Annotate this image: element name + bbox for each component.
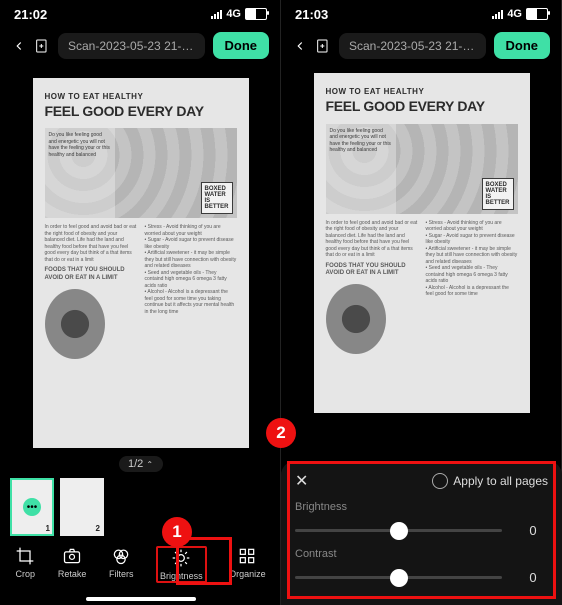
add-page-icon[interactable] — [315, 38, 331, 54]
phone-right: 21:03 4G Scan-2023-05-23 21-01-17 Done H… — [281, 0, 562, 605]
filename-field[interactable]: Scan-2023-05-23 21-01-17 — [58, 33, 205, 59]
back-icon[interactable] — [293, 39, 307, 53]
back-icon[interactable] — [12, 39, 26, 53]
contrast-value: 0 — [518, 570, 548, 585]
thumbnail-2[interactable]: 2 — [60, 478, 104, 536]
status-bar: 21:03 4G — [281, 0, 562, 24]
battery-icon — [526, 8, 548, 20]
document-preview[interactable]: HOW TO EAT HEALTHY FEEL GOOD EVERY DAY D… — [0, 67, 281, 450]
phone-left: 21:02 4G Scan-2023-05-23 21-01-17 Done H… — [0, 0, 281, 605]
contrast-label: Contrast — [295, 548, 548, 560]
battery-icon — [245, 8, 267, 20]
brightness-value: 0 — [518, 523, 548, 538]
brightness-slider-row: Brightness 0 — [295, 501, 548, 538]
network-label: 4G — [507, 8, 522, 20]
brightness-label: Brightness — [295, 501, 548, 513]
contrast-slider-row: Contrast 0 — [295, 548, 548, 585]
signal-icon — [211, 10, 222, 19]
doc-pretitle: HOW TO EAT HEALTHY — [45, 92, 237, 102]
doc-subhead: FOODS THAT YOU SHOULD AVOID OR EAT IN A … — [326, 263, 418, 279]
brightness-slider[interactable] — [295, 529, 502, 532]
done-button[interactable]: Done — [213, 32, 270, 59]
done-button[interactable]: Done — [494, 32, 551, 59]
doc-hero-image: Do you like feeling good and energetic y… — [45, 128, 237, 218]
top-bar: Scan-2023-05-23 21-01-17 Done — [0, 24, 281, 67]
filename-field[interactable]: Scan-2023-05-23 21-01-17 — [339, 33, 486, 59]
thumbnail-1[interactable]: •••1 — [10, 478, 54, 536]
doc-hero-image: Do you like feeling good and energetic y… — [326, 124, 518, 214]
status-bar: 21:02 4G — [0, 0, 281, 24]
marker-2: 2 — [266, 418, 296, 448]
status-time: 21:03 — [295, 7, 328, 22]
network-label: 4G — [226, 8, 241, 20]
top-bar: Scan-2023-05-23 21-01-17 Done — [281, 24, 562, 67]
doc-badge: BOXED WATER IS BETTER — [482, 178, 514, 210]
marker-1: 1 — [162, 517, 192, 547]
close-icon[interactable]: ✕ — [295, 471, 308, 491]
doc-pretitle: HOW TO EAT HEALTHY — [326, 87, 518, 97]
doc-subhead: FOODS THAT YOU SHOULD AVOID OR EAT IN A … — [45, 267, 137, 283]
brightness-panel: ✕ Apply to all pages Brightness 0 Contra… — [281, 461, 562, 605]
filters-tool[interactable]: Filters — [109, 546, 134, 583]
page-indicator[interactable]: 1/2 ⌃ — [119, 456, 163, 472]
bottom-toolbar: Crop Retake Filters Brightness Organize — [0, 536, 281, 597]
organize-tool[interactable]: Organize — [229, 546, 266, 583]
brightness-tool[interactable]: Brightness — [156, 546, 207, 583]
signal-icon — [492, 10, 503, 19]
status-time: 21:02 — [14, 7, 47, 22]
doc-title: FEEL GOOD EVERY DAY — [326, 97, 518, 115]
radio-icon — [432, 473, 448, 489]
thumbnail-strip: •••1 2 — [0, 478, 281, 536]
doc-badge: BOXED WATER IS BETTER — [201, 182, 233, 214]
retake-tool[interactable]: Retake — [58, 546, 87, 583]
contrast-slider[interactable] — [295, 576, 502, 579]
apply-all-label: Apply to all pages — [453, 474, 548, 488]
crop-tool[interactable]: Crop — [15, 546, 35, 583]
add-page-icon[interactable] — [34, 38, 50, 54]
home-indicator[interactable] — [86, 597, 196, 601]
doc-title: FEEL GOOD EVERY DAY — [45, 102, 237, 120]
apply-all-toggle[interactable]: Apply to all pages — [432, 473, 548, 489]
